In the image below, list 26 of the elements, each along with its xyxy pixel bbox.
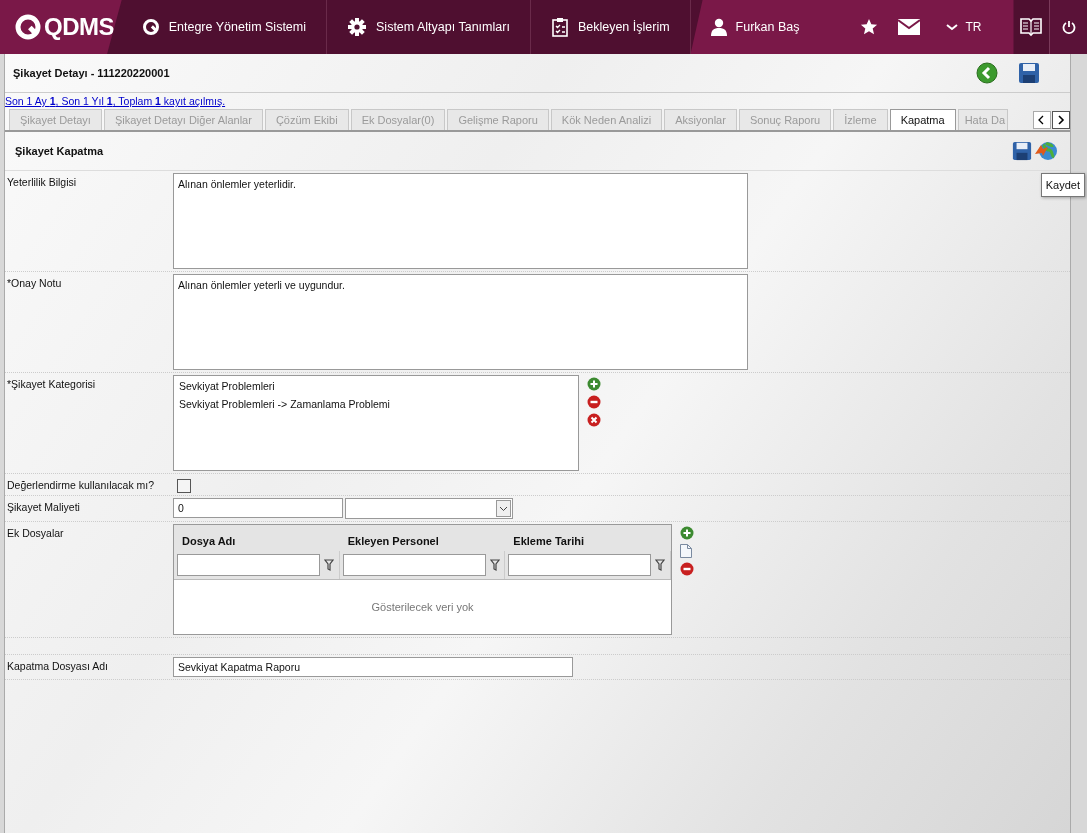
- input-field[interactable]: 0: [173, 498, 343, 518]
- field-label: Kapatma Dosyası Adı: [6, 659, 109, 674]
- field-label: Yeterlilik Bilgisi: [6, 175, 78, 190]
- field-label: Şikayet Maliyeti: [6, 500, 81, 515]
- text-area[interactable]: Alınan önlemler yeterlidir.: [173, 173, 748, 269]
- list-item[interactable]: Sevkiyat Problemleri -> Zamanlama Problemi: [179, 398, 573, 410]
- logo-text: QDMS: [44, 13, 114, 41]
- record-summary-link[interactable]: Son 1 Ay 1, Son 1 Yıl 1, Toplam 1 kayıt açılmış.: [5, 95, 226, 107]
- field-label: *Onay Notu: [6, 276, 63, 291]
- category-list[interactable]: Sevkiyat Problemleri Sevkiyat Problemleri -> Zamanlama Problemi: [173, 375, 579, 471]
- text-area[interactable]: Alınan önlemler yeterli ve uygundur.: [173, 274, 748, 370]
- tooltip: Kaydet: [1040, 173, 1085, 197]
- tab[interactable]: Kapatma: [889, 109, 956, 130]
- input-field[interactable]: Sevkiyat Kapatma Raporu: [173, 657, 573, 677]
- user-menu[interactable]: Furkan Baş: [690, 18, 820, 36]
- empty-message: Gösterilecek veri yok: [371, 601, 474, 613]
- list-item[interactable]: Sevkiyat Problemleri: [179, 380, 573, 392]
- column-header[interactable]: Ekleyen Personel: [339, 535, 506, 551]
- column-header[interactable]: Ekleme Tarihi: [505, 535, 671, 551]
- field-label: Değerlendirme kullanılacak mı?: [6, 478, 156, 493]
- language-selector[interactable]: TR: [939, 19, 988, 35]
- section-title: Şikayet Kapatma: [15, 145, 104, 157]
- column-header[interactable]: Dosya Adı: [174, 535, 340, 551]
- field-label: *Şikayet Kategorisi: [6, 377, 97, 392]
- field-label: Ek Dosyalar: [6, 526, 65, 541]
- record-title: Şikayet Detayı - 111220220001: [13, 67, 170, 79]
